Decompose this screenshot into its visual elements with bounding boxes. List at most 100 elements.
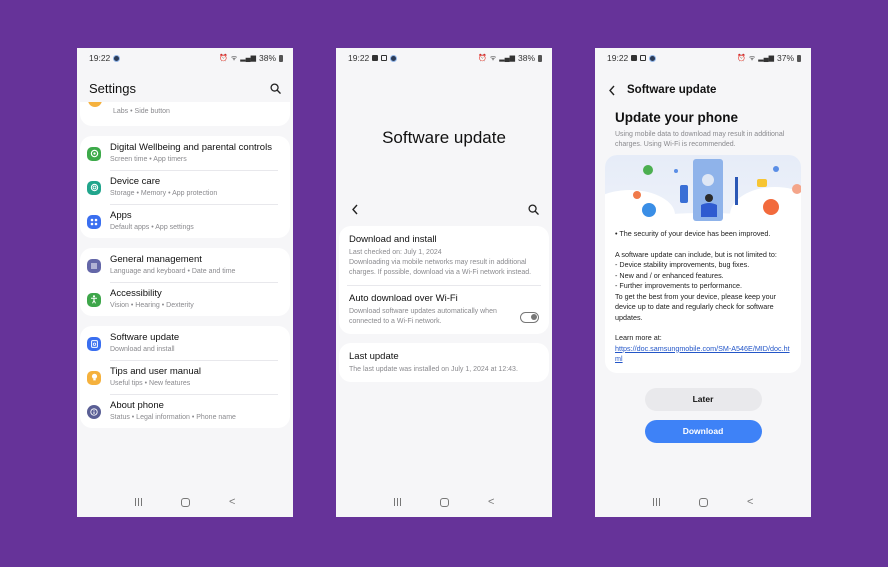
home-button[interactable] [698, 497, 708, 507]
notification-icon [631, 55, 638, 61]
notification-icon [390, 54, 398, 62]
back-button[interactable]: < [747, 496, 753, 508]
settings-item-title: Software update [110, 332, 180, 343]
status-bar: 19:22 ⏰ ᯤ ▂▄▆ 38% [77, 48, 293, 68]
update-advice: To get the best from your device, please… [615, 291, 777, 322]
software-update-screen: 19:22 ⏰ ᯤ ▂▄▆ 38% Software update Downlo… [336, 48, 552, 517]
search-icon[interactable] [268, 81, 282, 95]
gallery-icon [381, 55, 388, 61]
settings-app-icon [763, 199, 779, 215]
home-button[interactable] [180, 497, 190, 507]
apps-icon [87, 214, 101, 229]
software-update-icon [87, 336, 101, 351]
notification-icon [113, 54, 121, 62]
gallery-icon [640, 55, 647, 61]
notification-icon [649, 54, 657, 62]
settings-item-tips[interactable]: Tips and user manual Useful tips • New f… [80, 360, 290, 394]
phone-app-icon [643, 165, 653, 175]
settings-group: General management Language and keyboard… [80, 248, 290, 316]
navigation-bar: < [77, 487, 293, 517]
battery-percent: 38% [258, 53, 276, 63]
general-management-icon [87, 258, 101, 273]
chat-app-icon [642, 203, 656, 217]
battery-icon [797, 54, 801, 62]
device-care-icon [87, 180, 101, 195]
item-description: The last update was installed on July 1,… [349, 366, 518, 373]
settings-item-title: Tips and user manual [110, 366, 202, 377]
update-description: • The security of your device has been i… [605, 225, 801, 373]
update-info-card: • The security of your device has been i… [605, 155, 801, 373]
signal-icon: ▂▄▆ [240, 55, 256, 62]
search-icon[interactable] [526, 202, 540, 216]
settings-item-software-update[interactable]: Software update Download and install [80, 326, 290, 360]
download-button[interactable]: Download [644, 419, 762, 443]
bullet-item: - Device stability improvements, bug fix… [615, 260, 750, 269]
settings-item-digital-wellbeing[interactable]: Digital Wellbeing and parental controls … [80, 136, 290, 170]
auto-download-toggle[interactable] [520, 311, 539, 323]
page-title: Settings [89, 80, 136, 96]
page-heading: Update your phone [615, 110, 739, 125]
auto-download-item[interactable]: Auto download over Wi-Fi Download softwa… [339, 285, 549, 334]
update-illustration [605, 155, 801, 225]
home-button[interactable] [439, 497, 449, 507]
battery-icon [538, 54, 542, 62]
settings-item-subtitle: Screen time • App timers [110, 156, 187, 163]
back-arrow-icon[interactable] [348, 202, 362, 216]
settings-item-title: About phone [110, 400, 164, 411]
alarm-icon: ⏰ [478, 55, 487, 62]
signal-icon: ▂▄▆ [499, 55, 515, 62]
battery-icon [279, 54, 283, 62]
update-options-card: Download and install Last checked on: Ju… [339, 226, 549, 334]
settings-item-title: General management [110, 254, 202, 265]
status-time: 19:22 [348, 53, 370, 63]
wellbeing-icon [87, 146, 101, 161]
status-bar: 19:22 ⏰ ᯤ ▂▄▆ 37% [595, 48, 811, 68]
settings-item-subtitle: Useful tips • New features [110, 380, 191, 387]
recents-button[interactable] [134, 498, 142, 506]
settings-screen: 19:22 ⏰ ᯤ ▂▄▆ 38% Settings Labs • Side b… [77, 48, 293, 517]
navigation-bar: < [595, 487, 811, 517]
item-description: Downloading via mobile networks may resu… [349, 259, 532, 276]
learn-more-link[interactable]: https://doc.samsungmobile.com/SM-A546E/M… [615, 344, 791, 365]
update-details-screen: 19:22 ⏰ ᯤ ▂▄▆ 37% Software update Update… [595, 48, 811, 517]
item-title: Download and install [349, 234, 437, 245]
learn-more-label: Learn more at: [615, 333, 662, 342]
wifi-icon: ᯤ [489, 54, 497, 62]
battery-percent: 37% [776, 53, 794, 63]
last-checked: Last checked on: July 1, 2024 [349, 249, 442, 256]
about-phone-icon [87, 404, 101, 419]
settings-item-advanced-features[interactable]: Labs • Side button [80, 102, 290, 126]
recents-button[interactable] [393, 498, 401, 506]
settings-item-title: Digital Wellbeing and parental controls [110, 142, 272, 153]
settings-item-subtitle: Vision • Hearing • Dexterity [110, 302, 194, 309]
status-time: 19:22 [607, 53, 629, 63]
settings-item-subtitle: Storage • Memory • App protection [110, 190, 218, 197]
settings-item-general-management[interactable]: General management Language and keyboard… [80, 248, 290, 282]
item-title: Last update [349, 351, 399, 362]
back-button[interactable]: < [229, 496, 235, 508]
settings-item-about-phone[interactable]: About phone Status • Legal information •… [80, 394, 290, 428]
back-button[interactable]: < [488, 496, 494, 508]
bullet-item: - Further improvements to performance. [615, 281, 743, 290]
recents-button[interactable] [652, 498, 660, 506]
settings-item-subtitle: Default apps • App settings [110, 224, 194, 231]
battery-percent: 38% [517, 53, 535, 63]
bullet-item: - New and / or enhanced features. [615, 270, 724, 280]
header-title: Software update [627, 84, 717, 96]
settings-item-accessibility[interactable]: Accessibility Vision • Hearing • Dexteri… [80, 282, 290, 316]
settings-item-title: Device care [110, 176, 161, 187]
wifi-icon: ᯤ [230, 54, 238, 62]
download-and-install-item[interactable]: Download and install Last checked on: Ju… [339, 226, 549, 285]
wifi-icon: ᯤ [748, 54, 756, 62]
last-update-card: Last update The last update was installe… [339, 343, 549, 382]
settings-item-apps[interactable]: Apps Default apps • App settings [80, 204, 290, 238]
settings-group: Software update Download and install Tip… [80, 326, 290, 428]
last-update-item[interactable]: Last update The last update was installe… [339, 343, 549, 382]
notification-icon [372, 55, 379, 61]
later-button[interactable]: Later [644, 387, 762, 411]
tips-icon [87, 370, 101, 385]
back-arrow-icon[interactable] [605, 83, 619, 97]
alarm-icon: ⏰ [219, 55, 228, 62]
security-note: • The security of your device has been i… [615, 229, 771, 238]
settings-item-device-care[interactable]: Device care Storage • Memory • App prote… [80, 170, 290, 204]
